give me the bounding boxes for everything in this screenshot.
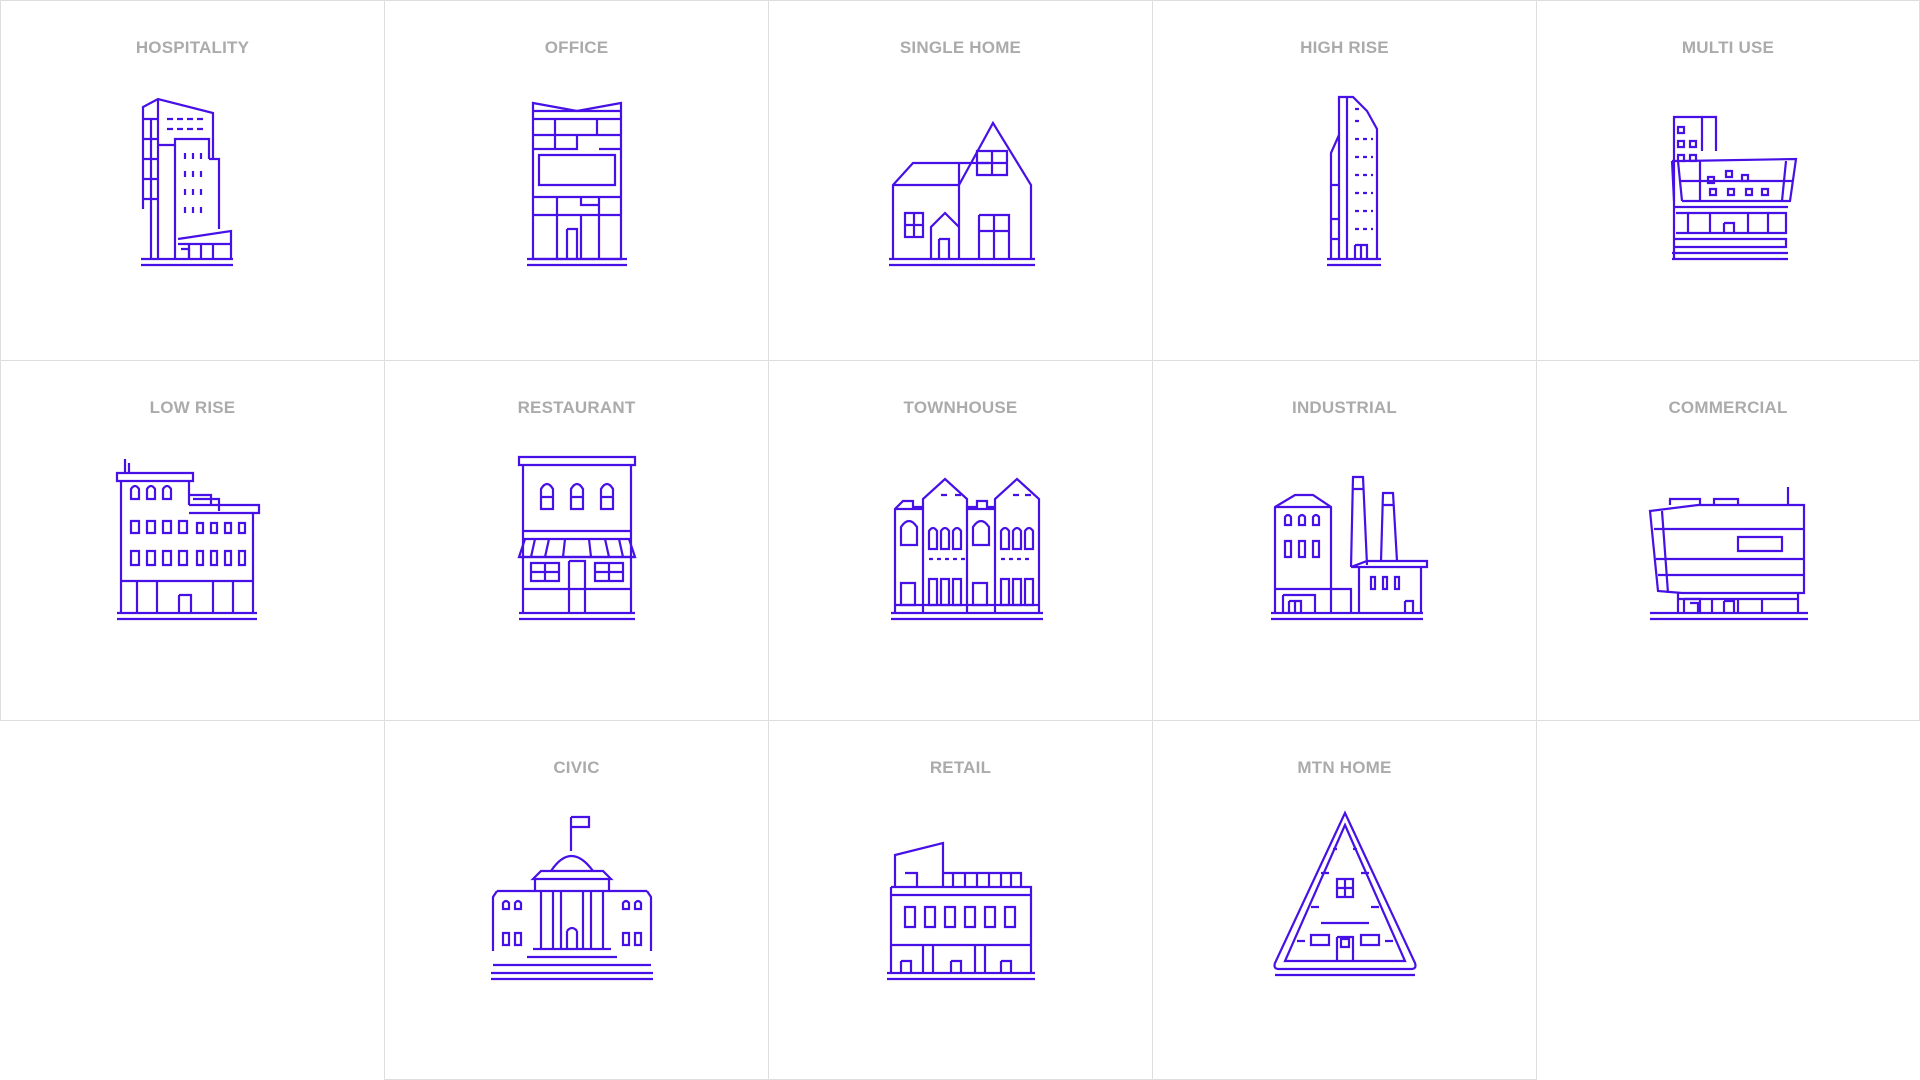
tile-label: MTN HOME bbox=[1297, 758, 1392, 777]
high-rise-icon bbox=[1255, 89, 1435, 269]
townhouse-icon bbox=[871, 449, 1051, 629]
tile-label: INDUSTRIAL bbox=[1292, 398, 1397, 417]
tile-label: RETAIL bbox=[929, 758, 992, 777]
retail-building-icon bbox=[871, 809, 1051, 989]
tile-hospitality[interactable]: HOSPITALITY bbox=[0, 0, 385, 361]
multi-use-building-icon bbox=[1638, 89, 1818, 269]
tile-townhouse[interactable]: TOWNHOUSE bbox=[769, 361, 1153, 721]
tile-label: LOW RISE bbox=[149, 398, 236, 417]
tile-restaurant[interactable]: RESTAURANT bbox=[385, 361, 769, 721]
tile-commercial[interactable]: COMMERCIAL bbox=[1537, 361, 1920, 721]
tile-label: COMMERCIAL bbox=[1668, 398, 1788, 417]
tile-civic[interactable]: CIVIC bbox=[384, 721, 769, 1080]
tile-label: MULTI USE bbox=[1681, 38, 1775, 57]
mountain-home-icon bbox=[1255, 809, 1435, 989]
tile-empty bbox=[0, 721, 385, 1080]
tile-label: HIGH RISE bbox=[1300, 38, 1389, 57]
commercial-building-icon bbox=[1638, 449, 1818, 629]
office-building-icon bbox=[487, 89, 667, 269]
industrial-factory-icon bbox=[1255, 449, 1435, 629]
tile-label: TOWNHOUSE bbox=[903, 398, 1018, 417]
tile-empty bbox=[1537, 721, 1920, 1080]
tile-label: HOSPITALITY bbox=[135, 38, 250, 57]
tile-label: SINGLE HOME bbox=[899, 38, 1022, 57]
tile-mtn-home[interactable]: MTN HOME bbox=[1153, 721, 1537, 1080]
building-type-grid: HOSPITALITY OFFICE SINGLE HOME HIGH RISE… bbox=[0, 0, 1920, 1080]
tile-high-rise[interactable]: HIGH RISE bbox=[1153, 0, 1537, 361]
tile-label: CIVIC bbox=[553, 758, 600, 777]
tile-retail[interactable]: RETAIL bbox=[769, 721, 1153, 1080]
restaurant-icon bbox=[487, 449, 667, 629]
tile-office[interactable]: OFFICE bbox=[385, 0, 769, 361]
tile-industrial[interactable]: INDUSTRIAL bbox=[1153, 361, 1537, 721]
low-rise-building-icon bbox=[103, 449, 283, 629]
single-home-icon bbox=[871, 89, 1051, 269]
tile-label: RESTAURANT bbox=[517, 398, 636, 417]
tile-label: OFFICE bbox=[544, 38, 609, 57]
hospitality-building-icon bbox=[103, 89, 283, 269]
tile-multi-use[interactable]: MULTI USE bbox=[1537, 0, 1920, 361]
tile-single-home[interactable]: SINGLE HOME bbox=[769, 0, 1153, 361]
tile-low-rise[interactable]: LOW RISE bbox=[0, 361, 385, 721]
civic-building-icon bbox=[487, 809, 667, 989]
